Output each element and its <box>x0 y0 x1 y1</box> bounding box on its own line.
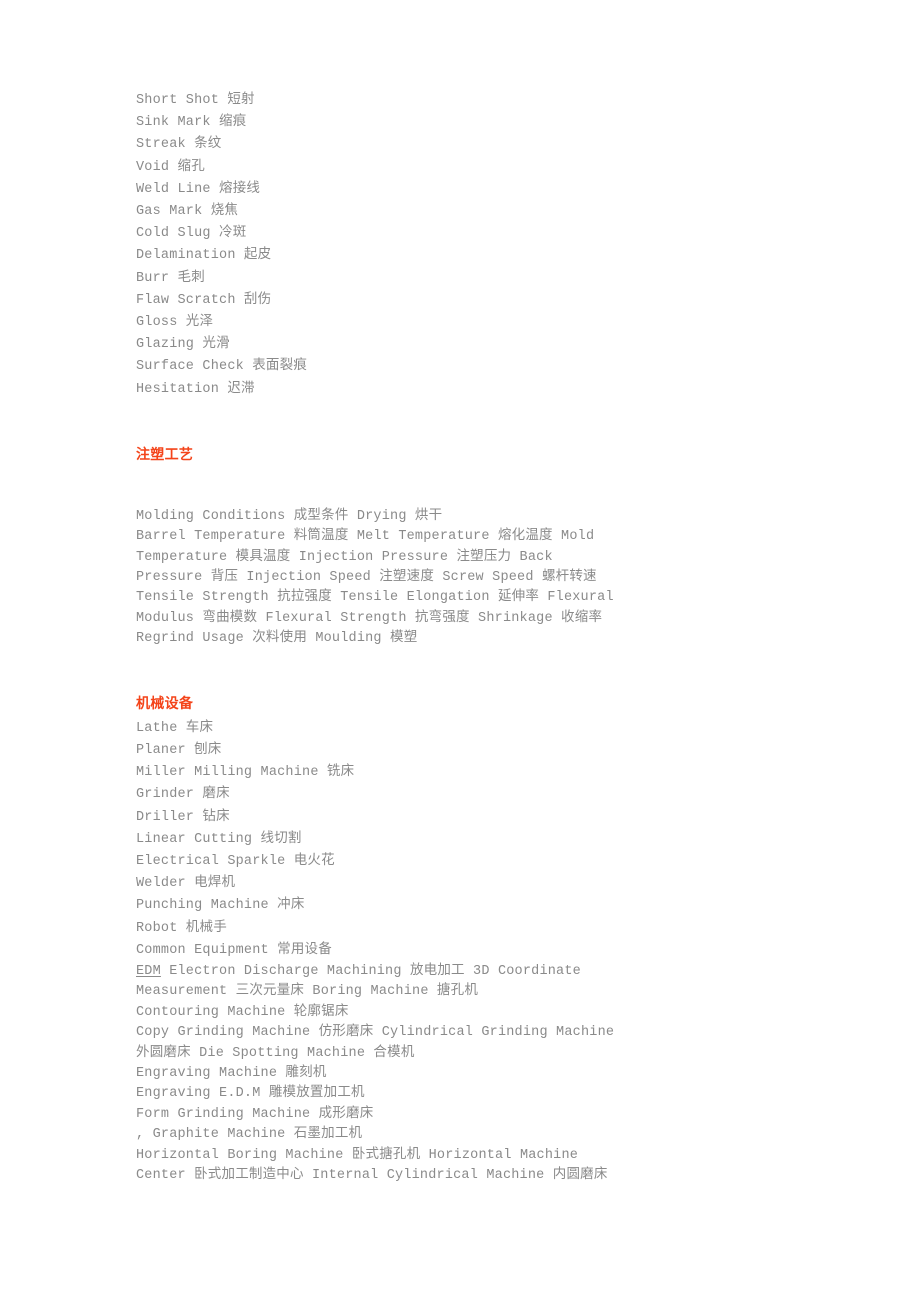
list-item: Miller Milling Machine 铣床 <box>136 765 355 781</box>
molding-paragraph-line: Molding Conditions 成型条件 Drying 烘干 <box>136 508 443 524</box>
list-item: Cold Slug 冷斑 <box>136 226 247 242</box>
machinery-terms-list: Lathe 车床 Planer 刨床 Miller Milling Machin… <box>136 718 617 1187</box>
list-item: Linear Cutting 线切割 <box>136 831 302 847</box>
list-item: Copy Grinding Machine 仿形磨床 Cylindrical G… <box>136 1025 615 1061</box>
edm-entry: EDM Electron Discharge Machining 放电加工 3D… <box>136 962 617 1003</box>
list-item: Surface Check 表面裂痕 <box>136 359 308 375</box>
list-item: Engraving Machine 雕刻机 <box>136 1065 327 1081</box>
list-item: Flaw Scratch 刮伤 <box>136 292 272 308</box>
list-item: Delamination 起皮 <box>136 248 272 264</box>
list-item: Gas Mark 烧焦 <box>136 204 239 220</box>
list-item: Glazing 光滑 <box>136 337 230 353</box>
list-item: Lathe 车床 <box>136 720 214 736</box>
list-item: Contouring Machine 轮廓锯床 <box>136 1004 349 1020</box>
edm-definition: Electron Discharge Machining 放电加工 3D Coo… <box>136 963 581 1000</box>
list-item: , Graphite Machine 石墨加工机 <box>136 1127 363 1143</box>
section-heading-molding: 注塑工艺 <box>136 446 194 463</box>
list-item: Engraving E.D.M 雕模放置加工机 <box>136 1086 365 1102</box>
list-item: Welder 电焊机 <box>136 876 236 892</box>
list-item: Grinder 磨床 <box>136 787 230 803</box>
list-item: Punching Machine 冲床 <box>136 898 305 914</box>
document-page: Short Shot 短射 Sink Mark 缩痕 Streak 条纹 Voi… <box>0 0 920 1302</box>
list-item: Short Shot 短射 <box>136 93 255 108</box>
list-item: Form Grinding Machine 成形磨床 <box>136 1106 374 1122</box>
list-item: Streak 条纹 <box>136 137 222 153</box>
list-item: Planer 刨床 <box>136 742 222 758</box>
list-item: Sink Mark 缩痕 <box>136 115 247 131</box>
list-item: Hesitation 迟滞 <box>136 381 255 397</box>
document-content: Short Shot 短射 Sink Mark 缩痕 Streak 条纹 Voi… <box>136 90 617 1186</box>
list-item: Common Equipment 常用设备 <box>136 942 332 958</box>
list-item: Robot 机械手 <box>136 920 227 936</box>
defect-terms-list: Short Shot 短射 Sink Mark 缩痕 Streak 条纹 Voi… <box>136 90 617 401</box>
list-item: Gloss 光泽 <box>136 315 214 331</box>
list-item: Driller 钻床 <box>136 809 230 825</box>
list-item: Electrical Sparkle 电火花 <box>136 853 335 869</box>
list-item: Weld Line 熔接线 <box>136 181 261 197</box>
edm-abbreviation: EDM <box>136 963 161 979</box>
list-item: Burr 毛刺 <box>136 270 205 286</box>
list-item: Horizontal Boring Machine 卧式搪孔机 Horizont… <box>136 1147 608 1183</box>
list-item: Void 缩孔 <box>136 159 205 175</box>
section-heading-machinery: 机械设备 <box>136 695 194 712</box>
molding-paragraph-body: Barrel Temperature 料筒温度 Melt Temperature… <box>136 529 614 647</box>
